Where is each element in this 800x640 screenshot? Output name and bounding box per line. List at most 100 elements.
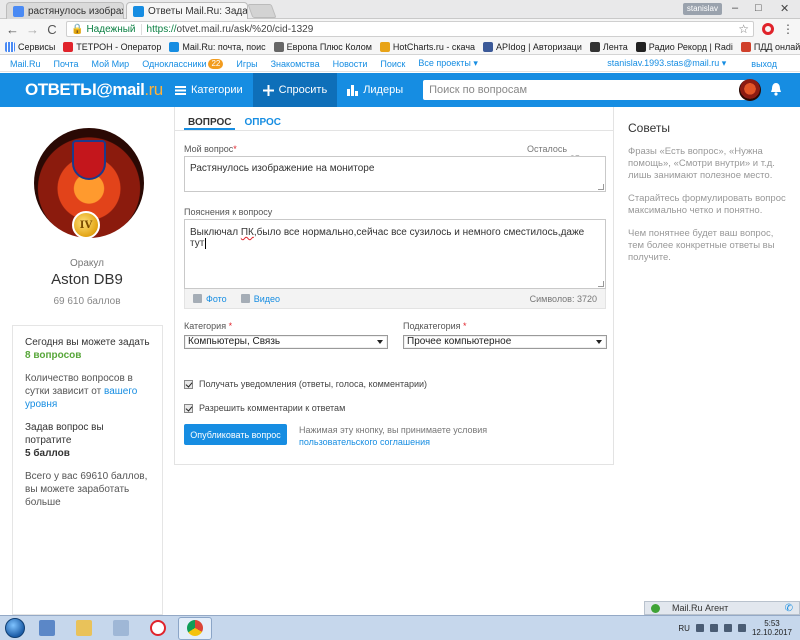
clock[interactable]: 5:53 12.10.2017: [752, 619, 792, 637]
user-name[interactable]: Aston DB9: [0, 271, 174, 288]
flag-icon[interactable]: [709, 624, 718, 632]
start-button[interactable]: [0, 616, 30, 640]
portal-link-all-projects[interactable]: Все проекты ▾: [418, 58, 478, 69]
maximize-icon[interactable]: □: [755, 2, 762, 14]
explain-field[interactable]: Выключал ПК,было все нормально,сейчас вс…: [184, 219, 606, 289]
question-quota-box: Сегодня вы можете задать 8 вопросов Колич…: [12, 325, 163, 615]
volume-icon[interactable]: [737, 624, 746, 632]
bookmark-item[interactable]: APIdog | Авторизаци: [483, 41, 582, 52]
leaders-button[interactable]: Лидеры: [337, 73, 413, 107]
user-points: 69 610 баллов: [53, 296, 121, 307]
back-icon[interactable]: ←: [6, 22, 19, 37]
profile-badge[interactable]: stanislav: [682, 3, 722, 15]
attachments-bar: Фото Видео Символов: 3720: [184, 289, 606, 309]
quota-spend-text: Задав вопрос вы потратите: [25, 422, 104, 446]
bookmark-star-icon[interactable]: ☆: [738, 22, 749, 36]
ask-label: Спросить: [278, 84, 328, 96]
tab-title: Ответы Mail.Ru: Задать в: [148, 5, 248, 17]
bell-icon[interactable]: [770, 82, 782, 96]
leaders-label: Лидеры: [363, 84, 404, 96]
resize-handle-icon[interactable]: [598, 281, 604, 287]
bookmark-item[interactable]: ПДД онлайн, катало: [740, 41, 800, 52]
mailru-agent-bar[interactable]: Mail.Ru Агент ✆: [644, 601, 800, 615]
quota-total: Всего у вас 69610 баллов, вы можете зара…: [25, 471, 148, 508]
url-path: otvet.mail.ru/ask/%20/cid-1329: [176, 23, 314, 35]
europa-icon: [273, 41, 284, 52]
secure-label: Надежный: [86, 23, 136, 35]
portal-link-mailru[interactable]: Mail.Ru: [10, 59, 41, 69]
categories-button[interactable]: Категории: [165, 73, 253, 107]
text-caret: [205, 238, 207, 249]
portal-link-news[interactable]: Новости: [333, 59, 368, 69]
bookmark-item[interactable]: Mail.Ru: почта, поис: [169, 41, 266, 52]
address-bar[interactable]: 🔒 Надежный https:// otvet.mail.ru/ask/%2…: [66, 21, 754, 37]
lenta-icon: [589, 41, 600, 52]
quota-today-count: 8 вопросов: [25, 350, 82, 361]
ask-button[interactable]: Спросить: [252, 73, 338, 107]
bookmark-item[interactable]: Лента: [589, 41, 628, 52]
comments-checkbox[interactable]: [184, 403, 193, 413]
forward-icon[interactable]: →: [26, 22, 39, 37]
add-video-button[interactable]: Видео: [240, 294, 280, 304]
notify-checkbox[interactable]: [184, 379, 193, 389]
resize-handle-icon[interactable]: [598, 184, 604, 190]
required-mark: *: [233, 144, 237, 154]
bookmark-item[interactable]: Сервисы: [5, 41, 55, 52]
taskbar-app[interactable]: [67, 617, 101, 640]
subcategory-select[interactable]: Прочее компьютерное: [403, 335, 607, 349]
account-menu[interactable]: stanislav.1993.stas@mail.ru ▾: [607, 58, 726, 69]
tips-panel: Советы Фразы «Есть вопрос», «Нужна помощ…: [628, 122, 788, 275]
bookmark-item[interactable]: Европа Плюс Колом: [273, 41, 372, 52]
photo-label: Фото: [206, 293, 227, 304]
portal-link-search[interactable]: Поиск: [380, 59, 405, 69]
otvety-logo[interactable]: ОТВЕТЫ@mail.ru: [0, 80, 165, 100]
bookmark-label: HotCharts.ru - скача: [392, 41, 476, 52]
comments-checkbox-row[interactable]: Разрешить комментарии к ответам: [184, 403, 345, 413]
subcategory-label-text: Подкатегория: [403, 321, 461, 331]
add-photo-button[interactable]: Фото: [193, 294, 227, 304]
question-field[interactable]: Растянулось изображение на мониторе: [184, 156, 606, 192]
bookmark-item[interactable]: Радио Рекорд | Radi: [635, 41, 733, 52]
close-window-icon[interactable]: ✕: [780, 2, 789, 15]
search-input[interactable]: Поиск по вопросам: [423, 80, 756, 100]
logout-link[interactable]: выход: [751, 58, 777, 69]
help-icon[interactable]: [695, 624, 704, 632]
phone-icon[interactable]: ✆: [785, 603, 793, 614]
user-agreement-link[interactable]: пользовательского соглашения: [299, 437, 430, 447]
taskbar-app[interactable]: [104, 617, 138, 640]
portal-link-ok[interactable]: Одноклассники 22: [142, 58, 224, 69]
user-avatar[interactable]: [739, 79, 761, 101]
bookmark-item[interactable]: ТЕТРОН - Оператор: [63, 41, 161, 52]
portal-link-games[interactable]: Игры: [236, 59, 257, 69]
explain-text-start: Выключал: [190, 227, 241, 238]
reload-icon[interactable]: C: [46, 22, 58, 37]
secure-indicator[interactable]: 🔒 Надежный: [71, 23, 142, 35]
portal-link-mail[interactable]: Почта: [54, 59, 79, 69]
notify-checkbox-row[interactable]: Получать уведомления (ответы, голоса, ко…: [184, 379, 427, 389]
opera-extension-icon[interactable]: [762, 23, 774, 35]
tab-poll[interactable]: ОПРОС: [240, 107, 285, 130]
portal-link-moymir[interactable]: Мой Мир: [92, 59, 130, 69]
required-mark: *: [463, 321, 467, 331]
network-icon[interactable]: [723, 624, 732, 632]
bookmark-label: Европа Плюс Колом: [286, 41, 372, 52]
browser-tab-search[interactable]: растянулось изображе ×: [6, 2, 124, 19]
taskbar-app[interactable]: [141, 617, 175, 640]
taskbar-app[interactable]: [178, 616, 212, 640]
browser-menu-icon[interactable]: ⋮: [782, 22, 794, 36]
tab-question[interactable]: ВОПРОС: [184, 107, 236, 130]
language-indicator[interactable]: RU: [678, 624, 690, 633]
portal-link-dating[interactable]: Знакомства: [271, 59, 320, 69]
logo-text: ОТВЕТЫ@mail: [25, 80, 145, 99]
browser-tab-otvety[interactable]: Ответы Mail.Ru: Задать в ×: [126, 2, 248, 19]
system-tray: RU 5:53 12.10.2017: [678, 619, 800, 637]
chrome-icon: [187, 620, 203, 636]
category-select[interactable]: Компьютеры, Связь: [184, 335, 388, 349]
photo-icon: [193, 294, 202, 303]
video-icon: [240, 294, 250, 303]
taskbar-app[interactable]: [30, 617, 64, 640]
publish-button[interactable]: Опубликовать вопрос: [184, 424, 287, 445]
minimize-icon[interactable]: –: [732, 2, 738, 14]
new-tab-button[interactable]: [247, 4, 277, 18]
bookmark-item[interactable]: HotCharts.ru - скача: [379, 41, 476, 52]
